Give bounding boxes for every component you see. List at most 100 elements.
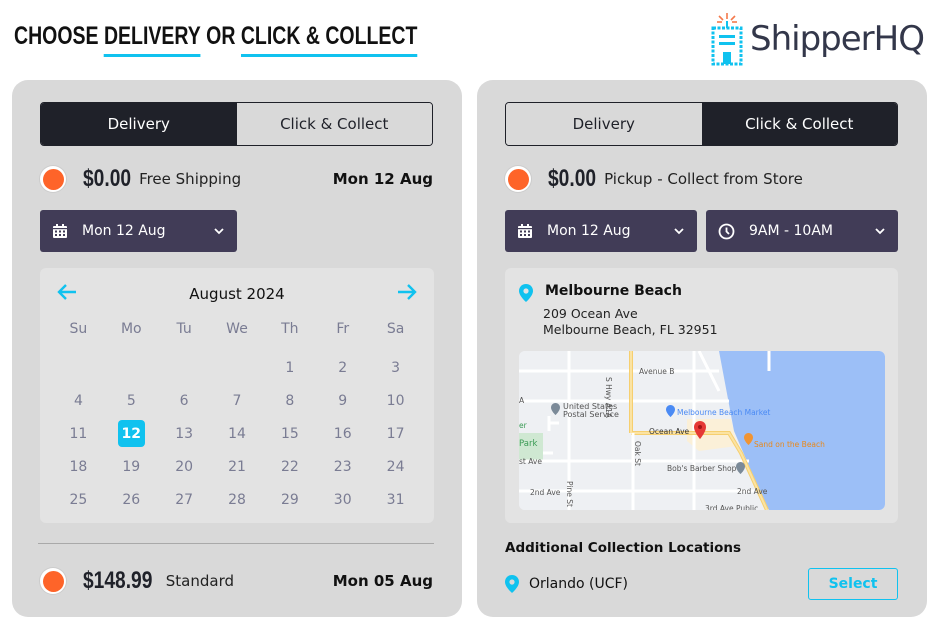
calendar-day-number: 21 xyxy=(228,458,246,475)
calendar-day[interactable]: 9 xyxy=(316,384,369,417)
calendar-day[interactable]: 1 xyxy=(263,351,316,384)
calendar-empty-cell xyxy=(105,351,158,384)
calendar-day[interactable]: 23 xyxy=(316,450,369,483)
calendar-day[interactable]: 24 xyxy=(369,450,422,483)
click-collect-panel: Delivery Click & Collect $0.00 Pickup - … xyxy=(477,80,927,617)
logo-text: ShipperHQ xyxy=(750,19,925,59)
calendar-day[interactable]: 19 xyxy=(105,450,158,483)
calendar-day[interactable]: 27 xyxy=(158,483,211,516)
calendar-day[interactable]: 22 xyxy=(263,450,316,483)
calendar-day[interactable]: 25 xyxy=(52,483,105,516)
weekday-label: Th xyxy=(281,321,299,337)
calendar-day[interactable]: 31 xyxy=(369,483,422,516)
pickup-service-name: Pickup - Collect from Store xyxy=(604,170,803,188)
calendar-empty-cell xyxy=(52,351,105,384)
shipping-option-radio[interactable] xyxy=(40,568,66,594)
map-label-first-ave: st Ave xyxy=(519,457,542,466)
shipping-option-free[interactable]: $0.00 Free Shipping Mon 12 Aug xyxy=(40,162,433,196)
map-label-2nd-ave-right: 2nd Ave xyxy=(737,487,768,496)
calendar-day-number: 22 xyxy=(280,458,299,475)
chevron-down-icon xyxy=(674,228,684,235)
map-label-a: A xyxy=(519,396,525,405)
shipping-service-name: Free Shipping xyxy=(139,170,242,188)
calendar-day-number: 19 xyxy=(122,458,141,475)
calendar-day[interactable]: 26 xyxy=(105,483,158,516)
calendar-day-number: 10 xyxy=(386,392,405,409)
map-label-3rd-ave: 3rd Ave Public xyxy=(705,504,759,510)
calendar-day[interactable]: 14 xyxy=(211,417,264,450)
chevron-down-icon xyxy=(214,228,224,235)
delivery-date-value: Mon 12 Aug xyxy=(82,223,166,239)
calendar-day-number: 27 xyxy=(175,491,194,508)
calendar-day-number: 28 xyxy=(228,491,246,508)
pickup-time-value: 9AM - 10AM xyxy=(749,223,833,239)
calendar-day[interactable]: 8 xyxy=(263,384,316,417)
barber-pin-icon xyxy=(736,462,745,474)
map-label-usps-line2: Postal Service xyxy=(563,410,619,419)
calendar-day[interactable]: 11 xyxy=(52,417,105,450)
tab-click-collect[interactable]: Click & Collect xyxy=(236,103,432,145)
calendar-day-number: 25 xyxy=(69,491,88,508)
calendar-day[interactable]: 15 xyxy=(263,417,316,450)
calendar-day[interactable]: 30 xyxy=(316,483,369,516)
calendar-day-number: 5 xyxy=(126,392,136,409)
calendar-day[interactable]: 17 xyxy=(369,417,422,450)
calendar-day[interactable]: 3 xyxy=(369,351,422,384)
calendar-day[interactable]: 13 xyxy=(158,417,211,450)
weekday-label: We xyxy=(226,321,248,337)
store-map[interactable]: Avenue B A S Hwy A1A United States Posta… xyxy=(519,351,885,510)
map-label-oak: Oak St xyxy=(633,441,642,466)
store-address-line1: 209 Ocean Ave xyxy=(543,306,638,321)
shipping-price: $148.99 xyxy=(83,567,153,594)
collect-mode-tabs: Delivery Click & Collect xyxy=(505,102,898,146)
pickup-time-dropdown[interactable]: 9AM - 10AM xyxy=(706,210,898,252)
pickup-option[interactable]: $0.00 Pickup - Collect from Store xyxy=(505,162,898,196)
calendar-icon xyxy=(518,224,532,238)
tab-delivery[interactable]: Delivery xyxy=(41,103,237,145)
calendar-day-number: 31 xyxy=(386,491,405,508)
weekday-label: Fr xyxy=(336,321,350,337)
calendar-day[interactable]: 5 xyxy=(105,384,158,417)
shipping-option-radio[interactable] xyxy=(40,166,66,192)
weekday-label: Tu xyxy=(176,321,192,337)
shipping-option-standard[interactable]: $148.99 Standard Mon 05 Aug xyxy=(40,564,433,598)
map-label-market: Melbourne Beach Market xyxy=(677,408,771,417)
calendar-day[interactable]: 28 xyxy=(211,483,264,516)
calendar-day[interactable]: 4 xyxy=(52,384,105,417)
pickup-date-dropdown[interactable]: Mon 12 Aug xyxy=(505,210,697,252)
calendar-day[interactable]: 6 xyxy=(158,384,211,417)
map-label-sand: Sand on the Beach xyxy=(754,440,825,449)
map-label-avenue-b: Avenue B xyxy=(639,367,675,376)
calendar-day-number: 26 xyxy=(122,491,141,508)
calendar-day-number: 2 xyxy=(338,359,348,376)
calendar-day-number: 14 xyxy=(228,425,246,442)
map-label-ocean-ave: Ocean Ave xyxy=(649,427,690,436)
calendar-day[interactable]: 29 xyxy=(263,483,316,516)
arrow-right-icon[interactable] xyxy=(396,282,418,302)
tab-delivery[interactable]: Delivery xyxy=(506,103,702,145)
calendar-day[interactable]: 2 xyxy=(316,351,369,384)
calendar-day[interactable]: 20 xyxy=(158,450,211,483)
select-location-button[interactable]: Select xyxy=(808,567,898,600)
calendar-day-number: 20 xyxy=(175,458,194,475)
market-pin-icon xyxy=(666,405,675,417)
calendar-day-number: 18 xyxy=(69,458,88,475)
tab-click-collect[interactable]: Click & Collect xyxy=(701,103,897,145)
map-label-park: Park xyxy=(519,439,538,449)
calendar-day-number: 15 xyxy=(280,425,299,442)
calendar-day-number: 23 xyxy=(333,458,352,475)
calendar-day[interactable]: 21 xyxy=(211,450,264,483)
store-name: Melbourne Beach xyxy=(545,283,682,299)
calendar-day[interactable]: 10 xyxy=(369,384,422,417)
pickup-option-radio[interactable] xyxy=(505,166,531,192)
calendar-day[interactable]: 16 xyxy=(316,417,369,450)
calendar-day-selected[interactable]: 12 xyxy=(105,417,158,450)
shipping-date: Mon 12 Aug xyxy=(332,170,433,188)
location-pin-icon xyxy=(519,284,533,302)
calendar-day-number: 1 xyxy=(285,359,295,376)
calendar-day[interactable]: 18 xyxy=(52,450,105,483)
delivery-date-dropdown[interactable]: Mon 12 Aug xyxy=(40,210,237,252)
calendar-day[interactable]: 7 xyxy=(211,384,264,417)
map-label-usps: United States Postal Service xyxy=(563,403,619,419)
store-address: 209 Ocean Ave Melbourne Beach, FL 32951 xyxy=(543,306,718,338)
